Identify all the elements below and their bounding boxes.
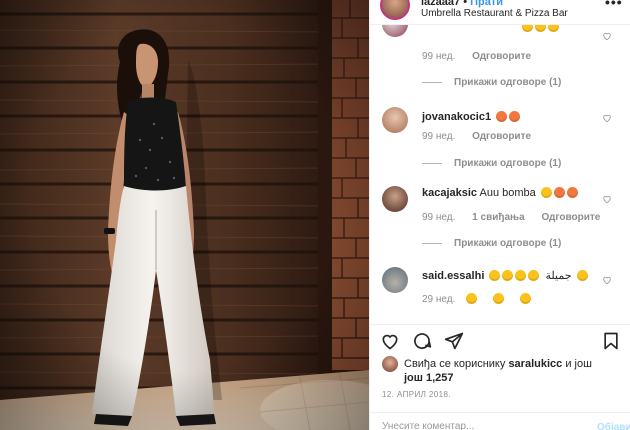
comment-time[interactable]: 99 нед. bbox=[422, 131, 455, 142]
comment-text: said.essalhi جميلة bbox=[422, 269, 588, 282]
add-comment-input[interactable] bbox=[382, 421, 582, 430]
comment-text: jovanakocic1 bbox=[422, 111, 521, 123]
likes-line: Свиђа се кориснику saralukicc и још bbox=[404, 358, 592, 370]
comment-meta: 29 нед. bbox=[422, 293, 545, 305]
post-location[interactable]: Umbrella Restaurant & Pizza Bar bbox=[421, 8, 568, 19]
comment-text: kacajaksic Auu bomba bbox=[422, 187, 578, 199]
liker-username[interactable]: saralukicc bbox=[508, 358, 562, 370]
emoji-icon bbox=[553, 187, 565, 198]
emoji-icon bbox=[502, 270, 514, 281]
likes-summary: Свиђа се кориснику saralukicc и још још … bbox=[370, 356, 630, 386]
comment-meta: 99 нед. 1 свиђања Одговорите bbox=[422, 212, 614, 223]
emoji-icon bbox=[548, 25, 559, 32]
likes-prefix: Свиђа се кориснику bbox=[404, 358, 506, 370]
save-bookmark-icon[interactable] bbox=[601, 331, 621, 351]
comment-emoji-row bbox=[520, 25, 559, 33]
comments-list[interactable]: 99 нед. Одговорите Прикажи одговоре (1) … bbox=[370, 24, 630, 324]
more-options-icon[interactable]: ••• bbox=[605, 0, 623, 10]
reply-button[interactable]: Одговорите bbox=[472, 131, 531, 142]
likes-suffix: и још bbox=[565, 358, 592, 370]
comment-body: Auu bomba bbox=[479, 187, 536, 199]
emoji-icon bbox=[528, 270, 540, 281]
post-photo[interactable] bbox=[0, 0, 369, 430]
view-replies-button[interactable]: Прикажи одговоре (1) bbox=[422, 238, 561, 249]
post-header: lazaaa7 • Прати Umbrella Restaurant & Pi… bbox=[370, 0, 630, 22]
comment-meta: 99 нед. Одговорите bbox=[422, 51, 545, 62]
emoji-icon bbox=[566, 187, 578, 198]
commenter-avatar[interactable] bbox=[382, 267, 408, 293]
emoji-icon bbox=[489, 270, 501, 281]
commenter-avatar[interactable] bbox=[382, 107, 408, 133]
comment-time[interactable]: 99 нед. bbox=[422, 51, 455, 62]
commenter-avatar[interactable] bbox=[382, 186, 408, 212]
separator-dot: • bbox=[463, 0, 468, 8]
emoji-icon bbox=[466, 293, 478, 304]
commenter-username[interactable]: jovanakocic1 bbox=[422, 111, 491, 123]
reply-button[interactable]: Одговорите bbox=[541, 212, 600, 223]
emoji-icon bbox=[520, 293, 532, 304]
commenter-username[interactable]: said.essalhi bbox=[422, 270, 484, 282]
emoji-icon bbox=[496, 111, 508, 122]
post-actions-bar bbox=[370, 324, 630, 356]
like-comment-heart-icon[interactable] bbox=[602, 275, 612, 285]
comment-bubble-icon[interactable] bbox=[412, 331, 432, 351]
post-date[interactable]: 12. АПРИЛ 2018. bbox=[382, 390, 451, 399]
liker-avatar[interactable] bbox=[382, 356, 398, 372]
like-comment-heart-icon[interactable] bbox=[602, 113, 612, 123]
follow-button[interactable]: Прати bbox=[470, 0, 503, 8]
comment-meta: 99 нед. Одговорите bbox=[422, 131, 545, 142]
share-send-icon[interactable] bbox=[444, 331, 464, 351]
like-comment-heart-icon[interactable] bbox=[602, 194, 612, 204]
commenter-avatar[interactable] bbox=[382, 25, 408, 37]
likes-count[interactable]: још 1,257 bbox=[404, 372, 454, 384]
view-replies-button[interactable]: Прикажи одговоре (1) bbox=[422, 77, 561, 88]
post-comment-button[interactable]: Објави bbox=[597, 422, 630, 430]
comment-time[interactable]: 29 нед. bbox=[422, 294, 455, 305]
author-avatar[interactable] bbox=[380, 0, 410, 20]
emoji-icon bbox=[576, 270, 588, 281]
commenter-username[interactable]: kacajaksic bbox=[422, 187, 477, 199]
comment-time[interactable]: 99 нед. bbox=[422, 212, 455, 223]
emoji-icon bbox=[535, 25, 546, 32]
photo-illustration bbox=[0, 0, 369, 430]
reply-button[interactable]: Одговорите bbox=[472, 51, 531, 62]
add-comment-bar: Објави bbox=[370, 412, 630, 430]
emoji-icon bbox=[493, 293, 505, 304]
emoji-icon bbox=[509, 111, 521, 122]
comment-likes-count[interactable]: 1 свиђања bbox=[472, 212, 525, 223]
like-comment-heart-icon[interactable] bbox=[602, 31, 612, 41]
post-side-panel: lazaaa7 • Прати Umbrella Restaurant & Pi… bbox=[369, 0, 630, 430]
author-username[interactable]: lazaaa7 bbox=[421, 0, 460, 8]
emoji-icon bbox=[522, 25, 533, 32]
emoji-icon bbox=[540, 187, 552, 198]
comment-body: جميلة bbox=[545, 270, 572, 282]
view-replies-button[interactable]: Прикажи одговоре (1) bbox=[422, 158, 561, 169]
like-heart-icon[interactable] bbox=[380, 331, 400, 351]
instagram-post-dialog: lazaaa7 • Прати Umbrella Restaurant & Pi… bbox=[0, 0, 630, 430]
emoji-icon bbox=[515, 270, 527, 281]
author-line: lazaaa7 • Прати bbox=[421, 0, 503, 8]
